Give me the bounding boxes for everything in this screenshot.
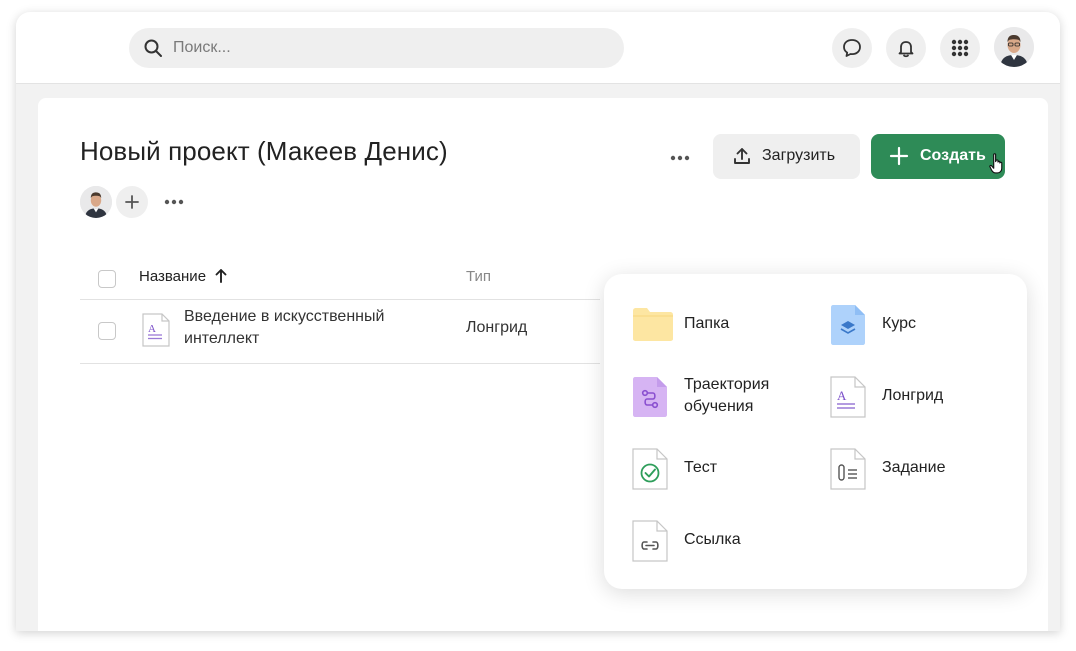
longread-icon: A xyxy=(142,313,170,347)
select-all-checkbox[interactable] xyxy=(98,270,116,288)
menu-item-learning-path[interactable]: Траектория обучения xyxy=(632,374,802,418)
menu-item-label: Папка xyxy=(684,315,730,332)
folder-icon xyxy=(633,308,673,341)
more-horizontal-icon xyxy=(164,199,184,205)
bell-icon xyxy=(898,41,914,58)
course-icon xyxy=(831,305,865,345)
chat-icon xyxy=(843,39,861,57)
column-header-type-label: Тип xyxy=(466,267,492,285)
plus-icon xyxy=(125,195,139,209)
upload-button-label: Загрузить xyxy=(762,147,836,164)
menu-item-label: Курс xyxy=(882,315,917,332)
learning-path-icon xyxy=(633,377,667,417)
notifications-button[interactable] xyxy=(886,28,926,68)
menu-item-longread[interactable]: A Лонгрид xyxy=(830,374,1000,418)
user-photo-icon xyxy=(994,27,1034,67)
row-checkbox[interactable] xyxy=(98,322,116,340)
project-more-button[interactable] xyxy=(666,144,694,172)
hand-cursor-icon xyxy=(989,153,1003,174)
create-menu: Папка Курс Траектория обучения A Лонгрид… xyxy=(604,274,1027,589)
sort-ascending-icon xyxy=(215,269,227,283)
menu-item-link[interactable]: Ссылка xyxy=(632,518,802,562)
svg-text:A: A xyxy=(148,323,156,335)
row-type: Лонгрид xyxy=(466,319,528,336)
add-member-button[interactable] xyxy=(116,186,148,218)
assignment-icon xyxy=(830,448,866,490)
link-icon xyxy=(632,520,668,562)
menu-item-folder[interactable]: Папка xyxy=(632,302,802,346)
chat-button[interactable] xyxy=(832,28,872,68)
members-more-button[interactable] xyxy=(162,190,186,214)
member-avatar[interactable] xyxy=(80,186,112,218)
search-bar[interactable] xyxy=(129,28,624,68)
menu-item-course[interactable]: Курс xyxy=(830,302,1000,346)
user-photo-icon xyxy=(80,186,112,218)
menu-item-label: Траектория обучения xyxy=(684,376,770,415)
select-all-checkbox-cell xyxy=(98,244,116,288)
test-icon xyxy=(632,448,668,490)
apps-grid-icon xyxy=(951,39,969,57)
plus-icon xyxy=(889,146,909,166)
column-header-name[interactable]: Название xyxy=(139,254,228,298)
upload-icon xyxy=(734,148,750,164)
column-header-type[interactable]: Тип xyxy=(466,254,491,298)
create-button[interactable]: Создать xyxy=(871,134,1005,179)
top-bar xyxy=(16,12,1060,84)
row-divider xyxy=(80,363,600,364)
project-card: Новый проект (Макеев Денис) Загрузить Со… xyxy=(38,98,1048,631)
search-icon xyxy=(144,39,162,57)
menu-item-test[interactable]: Тест xyxy=(632,446,802,490)
more-horizontal-icon xyxy=(670,155,690,161)
user-avatar[interactable] xyxy=(994,27,1034,67)
page-title: Новый проект (Макеев Денис) xyxy=(80,136,448,166)
menu-item-label: Задание xyxy=(882,459,946,476)
header-divider xyxy=(80,299,600,300)
menu-item-label: Ссылка xyxy=(684,531,741,548)
column-header-name-label: Название xyxy=(139,267,207,285)
longread-icon: A xyxy=(830,376,866,418)
svg-text:A: A xyxy=(837,388,847,403)
menu-item-assignment[interactable]: Задание xyxy=(830,446,1000,490)
menu-item-label: Лонгрид xyxy=(882,387,944,404)
create-button-label: Создать xyxy=(920,147,986,164)
apps-button[interactable] xyxy=(940,28,980,68)
app-window: Новый проект (Макеев Денис) xyxy=(16,12,1060,631)
search-input[interactable] xyxy=(173,28,603,68)
menu-item-label: Тест xyxy=(684,459,718,476)
upload-button[interactable]: Загрузить xyxy=(713,134,860,179)
row-name[interactable]: Введение в искусственный интеллект xyxy=(184,306,424,350)
